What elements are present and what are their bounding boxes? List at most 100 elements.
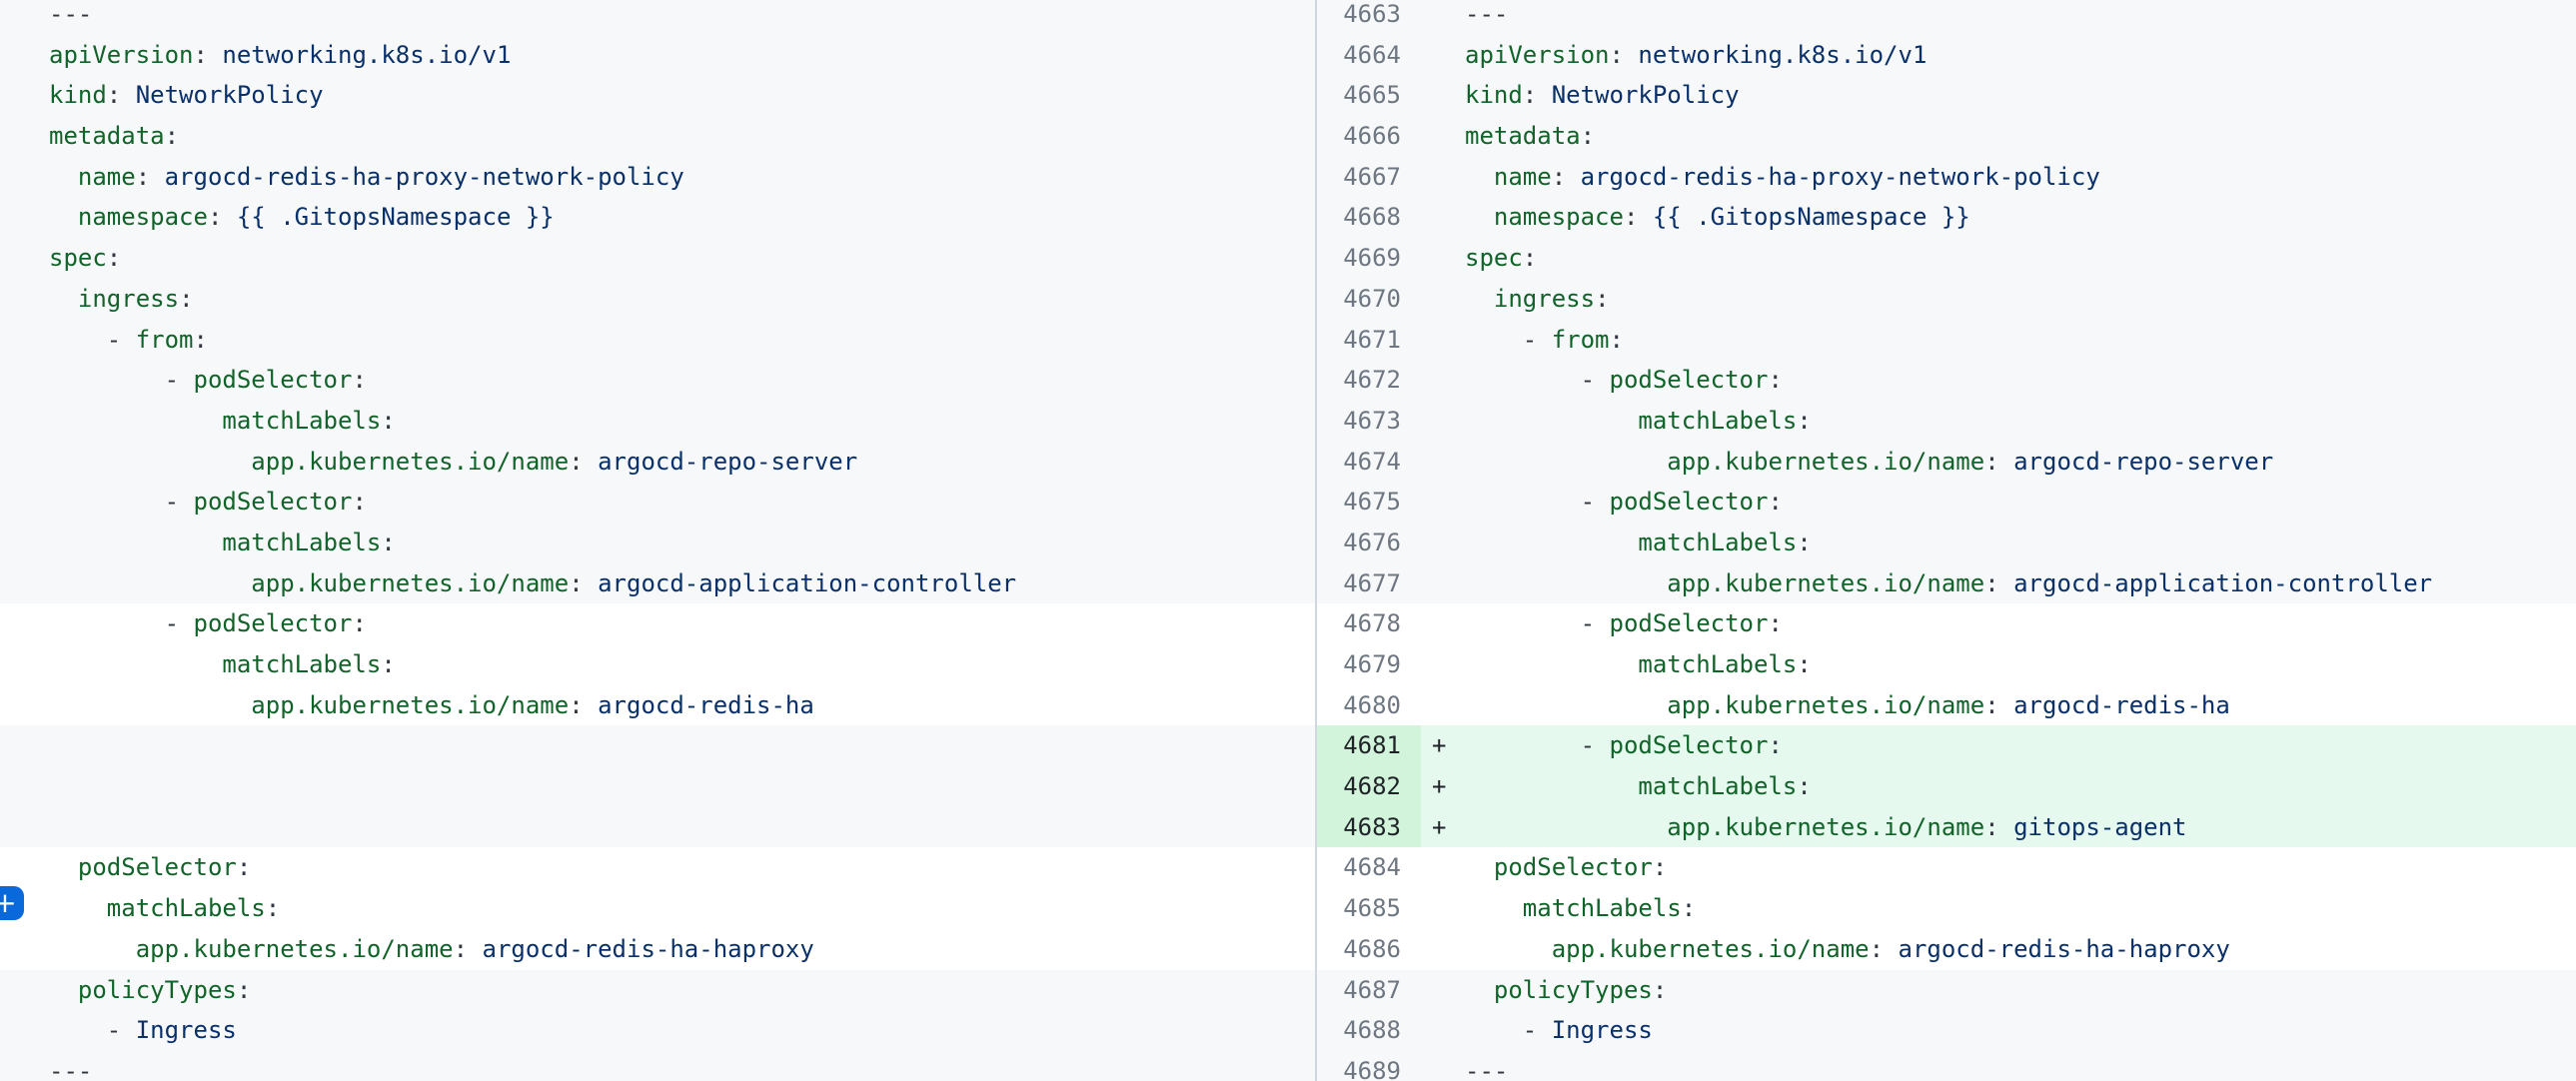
code-token: podSelector xyxy=(194,609,353,637)
code-token xyxy=(1465,529,1638,556)
diff-row: matchLabels:4685 matchLabels: xyxy=(0,888,2576,929)
new-line-number[interactable]: 4678 xyxy=(1317,603,1421,644)
code-token: networking.k8s.io/v1 xyxy=(1638,41,1927,69)
diff-row: 4682+ matchLabels: xyxy=(0,766,2576,807)
new-line-number[interactable]: 4674 xyxy=(1317,442,1421,483)
code-token: - xyxy=(1465,366,1610,394)
diff-row: apiVersion: networking.k8s.io/v14664apiV… xyxy=(0,35,2576,76)
new-line-number[interactable]: 4664 xyxy=(1317,35,1421,76)
diff-row: 4681+ - podSelector: xyxy=(0,725,2576,766)
new-line-number[interactable]: 4689 xyxy=(1317,1051,1421,1081)
code-token xyxy=(1465,203,1494,231)
new-line-number[interactable]: 4681 xyxy=(1317,725,1421,766)
code-token: {{ .GitopsNamespace }} xyxy=(1653,203,1970,231)
code-token: name xyxy=(78,163,136,191)
split-diff-view: ---4663---apiVersion: networking.k8s.io/… xyxy=(0,0,2576,1081)
code-token: : xyxy=(1768,731,1782,759)
code-token: : xyxy=(1768,488,1782,516)
code-token: podSelector xyxy=(78,853,237,881)
new-line-number[interactable]: 4666 xyxy=(1317,116,1421,157)
new-line-number[interactable]: 4673 xyxy=(1317,401,1421,442)
new-line-number[interactable]: 4663 xyxy=(1317,0,1421,35)
code-token: : xyxy=(381,407,395,435)
old-code-cell: app.kubernetes.io/name: argocd-redis-ha xyxy=(0,685,1315,726)
code-token: : xyxy=(266,894,280,922)
new-line-number[interactable]: 4667 xyxy=(1317,157,1421,198)
code-token: : xyxy=(1797,650,1811,678)
code-token: networking.k8s.io/v1 xyxy=(222,41,511,69)
new-line-number[interactable]: 4668 xyxy=(1317,197,1421,238)
code-token: metadata xyxy=(49,122,165,150)
diff-added-marker: + xyxy=(1432,725,1446,766)
new-side-cell: 4684 podSelector: xyxy=(1315,847,2576,888)
code-token: podSelector xyxy=(194,488,353,516)
old-code-cell xyxy=(0,766,1315,807)
diff-row: app.kubernetes.io/name: argocd-redis-ha4… xyxy=(0,685,2576,726)
new-side-cell: 4682+ matchLabels: xyxy=(1315,766,2576,807)
code-token: NetworkPolicy xyxy=(1552,81,1740,109)
new-side-cell: 4685 matchLabels: xyxy=(1315,888,2576,929)
new-line-number[interactable]: 4688 xyxy=(1317,1010,1421,1051)
code-token xyxy=(1465,935,1552,963)
new-side-cell: 4669spec: xyxy=(1315,238,2576,279)
code-token: : xyxy=(194,41,223,69)
code-token: : xyxy=(569,569,598,597)
code-token: : xyxy=(352,609,366,637)
new-line-number[interactable]: 4687 xyxy=(1317,970,1421,1011)
new-side-cell: 4687 policyTypes: xyxy=(1315,970,2576,1011)
code-token: : xyxy=(1682,894,1696,922)
new-line-number[interactable]: 4672 xyxy=(1317,360,1421,401)
new-line-number[interactable]: 4686 xyxy=(1317,929,1421,970)
new-line-number[interactable]: 4682 xyxy=(1317,766,1421,807)
code-token xyxy=(49,569,251,597)
new-line-number[interactable]: 4675 xyxy=(1317,482,1421,523)
code-token: : xyxy=(107,81,136,109)
code-token: podSelector xyxy=(1610,609,1769,637)
diff-row: metadata:4666metadata: xyxy=(0,116,2576,157)
code-token: policyTypes xyxy=(78,976,237,1004)
new-line-number[interactable]: 4665 xyxy=(1317,75,1421,116)
diff-row: podSelector:4684 podSelector: xyxy=(0,847,2576,888)
new-line-number[interactable]: 4684 xyxy=(1317,847,1421,888)
old-code-cell: app.kubernetes.io/name: argocd-applicati… xyxy=(0,563,1315,604)
new-line-number[interactable]: 4677 xyxy=(1317,563,1421,604)
code-token: : xyxy=(1624,203,1653,231)
code-token: metadata xyxy=(1465,122,1581,150)
code-token xyxy=(49,407,222,435)
code-token: matchLabels xyxy=(222,650,381,678)
code-token: matchLabels xyxy=(1638,650,1797,678)
new-code-cell: namespace: {{ .GitopsNamespace }} xyxy=(1421,197,2576,238)
new-line-number[interactable]: 4669 xyxy=(1317,238,1421,279)
new-line-number[interactable]: 4671 xyxy=(1317,320,1421,361)
old-code-cell xyxy=(0,725,1315,766)
new-line-number[interactable]: 4679 xyxy=(1317,644,1421,685)
code-token xyxy=(1465,650,1638,678)
add-comment-button[interactable]: + xyxy=(0,886,24,920)
code-token: app.kubernetes.io/name xyxy=(136,935,454,963)
code-token: : xyxy=(1653,853,1667,881)
new-side-cell: 4680 app.kubernetes.io/name: argocd-redi… xyxy=(1315,685,2576,726)
code-token: kind xyxy=(49,81,107,109)
new-line-number[interactable]: 4683 xyxy=(1317,807,1421,848)
diff-row: app.kubernetes.io/name: argocd-repo-serv… xyxy=(0,442,2576,483)
new-side-cell: 4683+ app.kubernetes.io/name: gitops-age… xyxy=(1315,807,2576,848)
code-token: matchLabels xyxy=(1638,772,1797,800)
new-side-cell: 4688 - Ingress xyxy=(1315,1010,2576,1051)
new-line-number[interactable]: 4676 xyxy=(1317,523,1421,563)
new-line-number[interactable]: 4670 xyxy=(1317,279,1421,320)
new-code-cell: matchLabels: xyxy=(1421,644,2576,685)
diff-row: ingress:4670 ingress: xyxy=(0,279,2576,320)
new-side-cell: 4668 namespace: {{ .GitopsNamespace }} xyxy=(1315,197,2576,238)
code-token xyxy=(49,650,222,678)
diff-row: spec:4669spec: xyxy=(0,238,2576,279)
code-token xyxy=(1465,691,1667,719)
code-token: app.kubernetes.io/name xyxy=(1667,448,1984,476)
new-line-number[interactable]: 4685 xyxy=(1317,888,1421,929)
diff-row: matchLabels:4673 matchLabels: xyxy=(0,401,2576,442)
new-line-number[interactable]: 4680 xyxy=(1317,685,1421,726)
new-side-cell: 4679 matchLabels: xyxy=(1315,644,2576,685)
new-code-cell: matchLabels: xyxy=(1421,401,2576,442)
new-code-cell: matchLabels: xyxy=(1421,888,2576,929)
old-code-cell: - from: xyxy=(0,320,1315,361)
code-token: : xyxy=(569,691,598,719)
